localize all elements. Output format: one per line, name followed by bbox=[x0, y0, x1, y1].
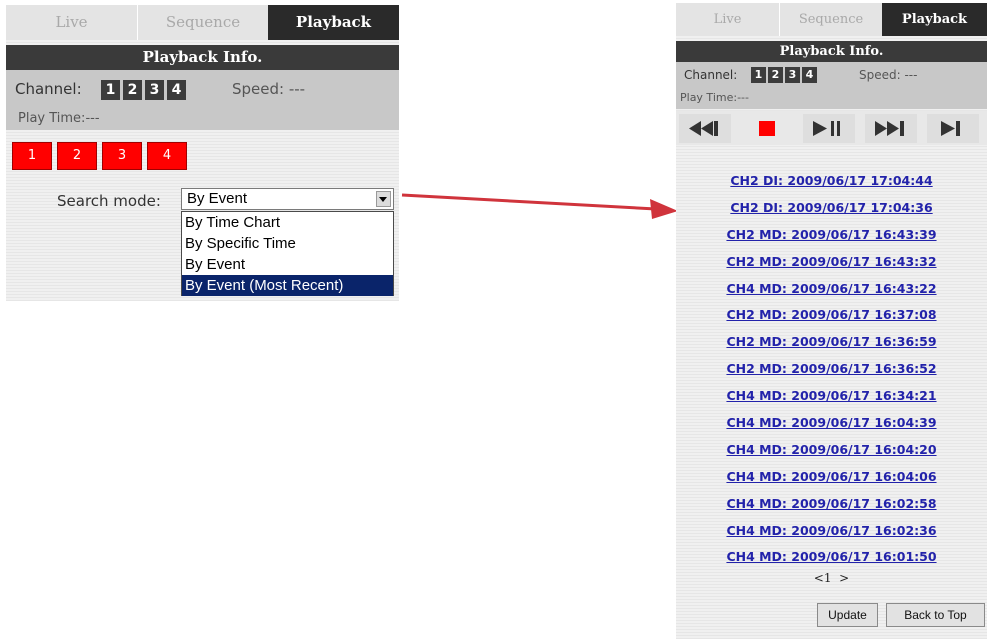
stop-button[interactable] bbox=[741, 114, 793, 143]
channel-button-4[interactable]: 4 bbox=[167, 80, 186, 100]
search-mode-label: Search mode: bbox=[57, 192, 161, 210]
search-mode-select[interactable]: By Event bbox=[181, 188, 394, 210]
channel-buttons: 1 2 3 4 bbox=[751, 67, 817, 83]
event-link[interactable]: CH4 MD: 2009/06/17 16:34:21 bbox=[676, 383, 987, 410]
event-link[interactable]: CH2 DI: 2009/06/17 17:04:36 bbox=[676, 195, 987, 222]
tab-playback[interactable]: Playback bbox=[268, 5, 399, 40]
channel-label: Channel: bbox=[684, 68, 738, 82]
event-link[interactable]: CH4 MD: 2009/06/17 16:43:22 bbox=[676, 276, 987, 303]
dropdown-arrow-icon[interactable] bbox=[376, 191, 391, 207]
channel-button-3[interactable]: 3 bbox=[785, 67, 800, 83]
skip-to-end-button[interactable] bbox=[927, 114, 979, 143]
event-link[interactable]: CH4 MD: 2009/06/17 16:04:20 bbox=[676, 437, 987, 464]
camera-buttons: 1 2 3 4 bbox=[12, 142, 187, 170]
fast-forward-icon bbox=[875, 121, 904, 136]
channel-button-2[interactable]: 2 bbox=[768, 67, 783, 83]
channel-button-3[interactable]: 3 bbox=[145, 80, 164, 100]
channel-label: Channel: bbox=[15, 80, 82, 98]
playback-info-title: Playback Info. bbox=[6, 45, 399, 70]
back-to-top-button[interactable]: Back to Top bbox=[886, 603, 985, 627]
event-list: CH2 DI: 2009/06/17 17:04:44 CH2 DI: 2009… bbox=[676, 168, 987, 571]
tab-live[interactable]: Live bbox=[6, 5, 137, 40]
event-link[interactable]: CH4 MD: 2009/06/17 16:02:36 bbox=[676, 518, 987, 545]
channel-button-4[interactable]: 4 bbox=[802, 67, 817, 83]
playback-info-box: Channel: 1 2 3 4 Speed: --- Play Time:--… bbox=[6, 70, 399, 130]
event-link[interactable]: CH2 MD: 2009/06/17 16:43:39 bbox=[676, 222, 987, 249]
event-link[interactable]: CH4 MD: 2009/06/17 16:04:39 bbox=[676, 410, 987, 437]
tab-sequence[interactable]: Sequence bbox=[137, 5, 268, 40]
event-link[interactable]: CH4 MD: 2009/06/17 16:01:50 bbox=[676, 544, 987, 571]
speed-readout: Speed: --- bbox=[859, 68, 918, 82]
play-pause-button[interactable] bbox=[803, 114, 855, 143]
tab-live[interactable]: Live bbox=[676, 3, 779, 36]
event-link[interactable]: CH2 DI: 2009/06/17 17:04:44 bbox=[676, 168, 987, 195]
skip-to-end-icon bbox=[941, 121, 960, 136]
channel-button-1[interactable]: 1 bbox=[101, 80, 120, 100]
tab-bar: Live Sequence Playback bbox=[6, 5, 399, 40]
update-button[interactable]: Update bbox=[817, 603, 878, 627]
tab-playback[interactable]: Playback bbox=[882, 3, 987, 36]
rewind-icon bbox=[689, 121, 718, 136]
right-playback-panel: Live Sequence Playback Playback Info. Ch… bbox=[676, 3, 987, 639]
playback-body: Playback Info. Channel: 1 2 3 4 Speed: -… bbox=[6, 45, 399, 301]
channel-buttons: 1 2 3 4 bbox=[101, 80, 186, 100]
stop-icon bbox=[759, 121, 775, 136]
play-time-readout: Play Time:--- bbox=[680, 91, 749, 104]
play-time-readout: Play Time:--- bbox=[18, 111, 100, 126]
camera-button-2[interactable]: 2 bbox=[57, 142, 97, 170]
event-link[interactable]: CH4 MD: 2009/06/17 16:02:58 bbox=[676, 491, 987, 518]
event-link[interactable]: CH2 MD: 2009/06/17 16:37:08 bbox=[676, 302, 987, 329]
transition-arrow-icon bbox=[401, 193, 678, 219]
camera-button-3[interactable]: 3 bbox=[102, 142, 142, 170]
playback-info-title: Playback Info. bbox=[676, 41, 987, 62]
event-link[interactable]: CH2 MD: 2009/06/17 16:36:52 bbox=[676, 356, 987, 383]
camera-button-1[interactable]: 1 bbox=[12, 142, 52, 170]
option-by-specific-time[interactable]: By Specific Time bbox=[182, 233, 393, 254]
event-link[interactable]: CH2 MD: 2009/06/17 16:43:32 bbox=[676, 249, 987, 276]
camera-button-4[interactable]: 4 bbox=[147, 142, 187, 170]
speed-readout: Speed: --- bbox=[232, 80, 306, 98]
pagination: <1 > bbox=[676, 571, 987, 585]
page-next-link[interactable]: > bbox=[839, 571, 849, 585]
left-playback-panel: Live Sequence Playback Playback Info. Ch… bbox=[6, 5, 399, 301]
event-link[interactable]: CH4 MD: 2009/06/17 16:04:06 bbox=[676, 464, 987, 491]
page-prev-link[interactable]: <1 bbox=[814, 571, 832, 585]
channel-button-1[interactable]: 1 bbox=[751, 67, 766, 83]
search-mode-value: By Event bbox=[187, 190, 248, 207]
option-by-event[interactable]: By Event bbox=[182, 254, 393, 275]
search-mode-dropdown: By Time Chart By Specific Time By Event … bbox=[181, 211, 394, 296]
play-pause-icon bbox=[813, 121, 840, 136]
fast-forward-button[interactable] bbox=[865, 114, 917, 143]
tab-sequence[interactable]: Sequence bbox=[779, 3, 882, 36]
option-by-time-chart[interactable]: By Time Chart bbox=[182, 212, 393, 233]
option-by-event-most-recent[interactable]: By Event (Most Recent) bbox=[182, 275, 393, 296]
channel-button-2[interactable]: 2 bbox=[123, 80, 142, 100]
playback-controls bbox=[676, 111, 987, 145]
rewind-button[interactable] bbox=[679, 114, 731, 143]
tab-bar: Live Sequence Playback bbox=[676, 3, 987, 36]
playback-info-box: Channel: 1 2 3 4 Speed: --- Play Time:--… bbox=[676, 62, 987, 109]
event-link[interactable]: CH2 MD: 2009/06/17 16:36:59 bbox=[676, 329, 987, 356]
